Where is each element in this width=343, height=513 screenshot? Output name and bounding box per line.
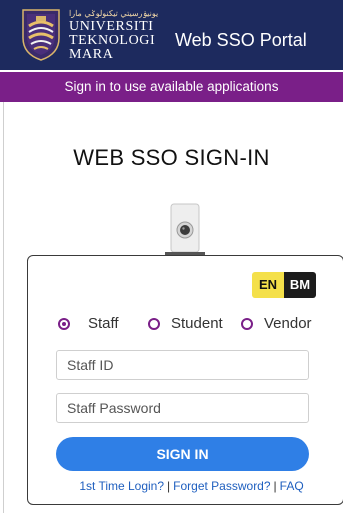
page-title: WEB SSO SIGN-IN bbox=[73, 145, 270, 170]
language-toggle: EN BM bbox=[252, 272, 316, 298]
language-en-button[interactable]: EN bbox=[252, 272, 284, 298]
university-name-line-1: UNIVERSITI bbox=[69, 19, 154, 34]
staff-password-input[interactable] bbox=[56, 393, 309, 423]
staff-id-input[interactable] bbox=[56, 350, 309, 380]
link-separator: | bbox=[273, 479, 277, 493]
radio-student[interactable] bbox=[148, 318, 160, 330]
sign-in-button[interactable]: SIGN IN bbox=[56, 437, 309, 471]
radio-staff[interactable] bbox=[58, 318, 70, 330]
webcam-icon bbox=[165, 203, 205, 255]
radio-vendor-label[interactable]: Vendor bbox=[264, 315, 312, 332]
faq-link[interactable]: FAQ bbox=[280, 479, 304, 493]
radio-student-label[interactable]: Student bbox=[171, 315, 223, 332]
first-time-login-link[interactable]: 1st Time Login? bbox=[79, 479, 164, 493]
language-bm-button[interactable]: BM bbox=[284, 272, 316, 298]
forget-password-link[interactable]: Forget Password? bbox=[173, 479, 270, 493]
uitm-logo[interactable]: يونيۏرسيتي تيکنولوݢي مارا UNIVERSITI TEK… bbox=[14, 4, 168, 66]
header: يونيۏرسيتي تيکنولوݢي مارا UNIVERSITI TEK… bbox=[0, 0, 343, 70]
radio-vendor[interactable] bbox=[241, 318, 253, 330]
jawi-name: يونيۏرسيتي تيکنولوݢي مارا bbox=[69, 9, 159, 18]
university-name-line-2: TEKNOLOGI bbox=[69, 33, 156, 48]
university-name-line-3: MARA bbox=[69, 47, 114, 62]
subtitle-bar: Sign in to use available applications bbox=[0, 72, 343, 102]
uitm-crest-icon bbox=[22, 9, 60, 61]
portal-title: Web SSO Portal bbox=[175, 30, 307, 50]
link-separator: | bbox=[167, 479, 171, 493]
help-links: 1st Time Login? | Forget Password? | FAQ bbox=[0, 479, 343, 493]
radio-staff-label[interactable]: Staff bbox=[88, 315, 119, 332]
